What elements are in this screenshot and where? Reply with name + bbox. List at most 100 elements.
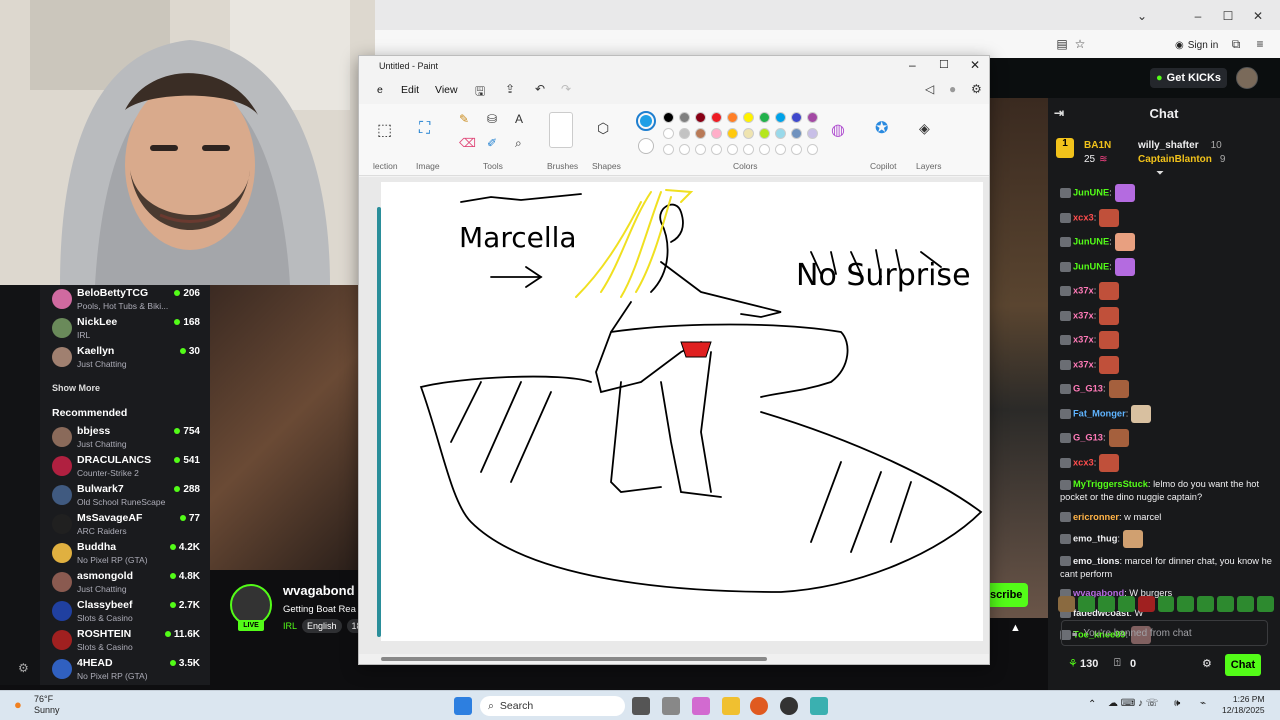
chat-username[interactable]: MyTriggersStuck [1073,479,1148,489]
emote-shortcut-icon[interactable] [1157,596,1175,612]
pin-icon[interactable]: ⏷ [1156,168,1164,179]
sidebar-channel[interactable]: bbjess Just Chatting 754 [48,423,208,451]
streamer-name[interactable]: wvagabond [283,583,355,598]
color-picker-icon[interactable]: ✐ [487,136,497,150]
chat-username[interactable]: x37x [1073,285,1094,295]
scroll-thumb[interactable] [381,657,767,661]
palette-color-swatch[interactable] [711,112,722,123]
eraser-icon[interactable]: ⌫ [459,136,476,150]
chat-username[interactable]: G_G13 [1073,432,1103,442]
palette-color-swatch[interactable] [807,128,818,139]
file-explorer-icon[interactable] [722,697,740,715]
copilot-taskbar-icon[interactable] [692,697,710,715]
emote-shortcut-icon[interactable] [1177,596,1195,612]
report-icon[interactable]: ▲ [1010,622,1021,634]
menu-edit[interactable]: Edit [401,84,419,96]
sidebar-channel[interactable]: BeloBettyTCG Pools, Hot Tubs & Biki... 206 [48,285,208,313]
chat-username[interactable]: JunUNE [1073,236,1109,246]
sidebar-channel[interactable]: Buddha No Pixel RP (GTA) 4.2K [48,539,208,567]
palette-color-swatch[interactable] [663,128,674,139]
palette-color-swatch[interactable] [711,128,722,139]
sidebar-settings-icon[interactable]: ⚙ [18,661,29,675]
palette-color-swatch[interactable] [743,112,754,123]
palette-color-swatch[interactable] [791,112,802,123]
palette-empty-swatch[interactable] [679,144,690,155]
start-icon[interactable] [454,697,472,715]
palette-color-swatch[interactable] [663,112,674,123]
sidebar-channel[interactable]: NickLee IRL 168 [48,314,208,342]
favorite-star-icon[interactable]: ☆ [1071,36,1089,52]
layers-icon[interactable]: ◈ [919,120,930,137]
emote-shortcut-icon[interactable] [1097,596,1115,612]
firefox-icon[interactable] [750,697,768,715]
extensions-icon[interactable]: ⧉ [1227,36,1245,52]
palette-empty-swatch[interactable] [759,144,770,155]
emote-shortcut-icon[interactable] [1137,596,1155,612]
emote-shortcut-icon[interactable] [1058,596,1075,612]
chat-username[interactable]: x37x [1073,334,1094,344]
paint-close-icon[interactable]: ✕ [970,58,980,72]
palette-color-swatch[interactable] [775,112,786,123]
tray-icons[interactable]: ☁ ⌨ ♪ ☏ [1108,698,1158,709]
emote-shortcut-icon[interactable] [1257,596,1274,612]
chat-username[interactable]: emo_thug [1073,533,1117,543]
close-icon[interactable]: ✕ [1249,8,1267,24]
chat-username[interactable]: xcx3 [1073,457,1094,467]
clock[interactable]: 1:26 PM 12/18/2025 [1222,694,1265,716]
chat-send-button[interactable]: Chat [1225,654,1261,676]
magnifier-icon[interactable]: ⌕ [515,136,522,151]
sidebar-channel[interactable]: ROSHTEIN Slots & Casino 11.6K [48,626,208,654]
user-avatar[interactable] [1236,67,1258,89]
palette-color-swatch[interactable] [791,128,802,139]
fill-icon[interactable]: ⛁ [487,112,497,126]
sidebar-channel[interactable]: asmongold Just Chatting 4.8K [48,568,208,596]
network-icon[interactable]: ⌁ [1200,698,1206,709]
palette-color-swatch[interactable] [679,112,690,123]
copilot-icon[interactable]: ✪ [875,118,888,138]
palette-empty-swatch[interactable] [743,144,754,155]
tab-list-icon[interactable]: ⌄ [1133,8,1151,24]
palette-color-swatch[interactable] [695,128,706,139]
sidebar-channel[interactable]: Classybeef Slots & Casino 2.7K [48,597,208,625]
gift-icon[interactable]: ⍐ [1114,657,1121,670]
horizontal-scrollbar[interactable] [359,654,989,664]
get-kicks-button[interactable]: ● Get KICKs [1150,68,1228,88]
menu-icon[interactable]: ≡ [1251,36,1269,52]
palette-color-swatch[interactable] [775,128,786,139]
redo-icon[interactable]: ↷ [561,82,571,96]
reader-icon[interactable]: ▤ [1053,36,1071,52]
chat-username[interactable]: xcx3 [1073,212,1094,222]
sign-in-button[interactable]: ◉ Sign in [1175,36,1218,54]
palette-color-swatch[interactable] [759,112,770,123]
palette-color-swatch[interactable] [743,128,754,139]
pencil-icon[interactable]: ✎ [459,112,469,126]
sidebar-channel[interactable]: Bulwark7 Old School RuneScape 288 [48,481,208,509]
paint-minimize-icon[interactable]: – [909,58,916,72]
drawing-canvas[interactable]: Marcella No Surprise [381,182,983,641]
selected-color-swatch[interactable] [636,111,656,131]
undo-icon[interactable]: ↶ [535,82,545,96]
palette-color-swatch[interactable] [727,112,738,123]
palette-color-swatch[interactable] [695,112,706,123]
show-more-link[interactable]: Show More [52,383,100,393]
emote-shortcut-icon[interactable] [1197,596,1215,612]
palette-empty-swatch[interactable] [807,144,818,155]
edit-colors-icon[interactable]: ◍ [831,120,845,140]
tray-chevron-icon[interactable]: ⌃ [1088,699,1096,710]
emote-shortcut-icon[interactable] [1117,596,1135,612]
palette-color-swatch[interactable] [759,128,770,139]
menu-view[interactable]: View [435,84,458,96]
collapse-chat-icon[interactable]: ⇥ [1054,106,1064,120]
palette-empty-swatch[interactable] [775,144,786,155]
sidebar-channel[interactable]: MsSavageAF ARC Raiders 77 [48,510,208,538]
feedback-icon[interactable]: ◁ [925,82,934,96]
chat-username[interactable]: JunUNE [1073,187,1109,197]
image-crop-icon[interactable]: ⛶ [419,120,430,138]
chat-username[interactable]: JunUNE [1073,261,1109,271]
subscribe-button[interactable]: scribe [990,583,1028,607]
palette-empty-swatch[interactable] [711,144,722,155]
paint-settings-icon[interactable]: ⚙ [971,82,982,96]
palette-empty-swatch[interactable] [695,144,706,155]
emote-shortcut-icon[interactable] [1217,596,1235,612]
palette-empty-swatch[interactable] [791,144,802,155]
